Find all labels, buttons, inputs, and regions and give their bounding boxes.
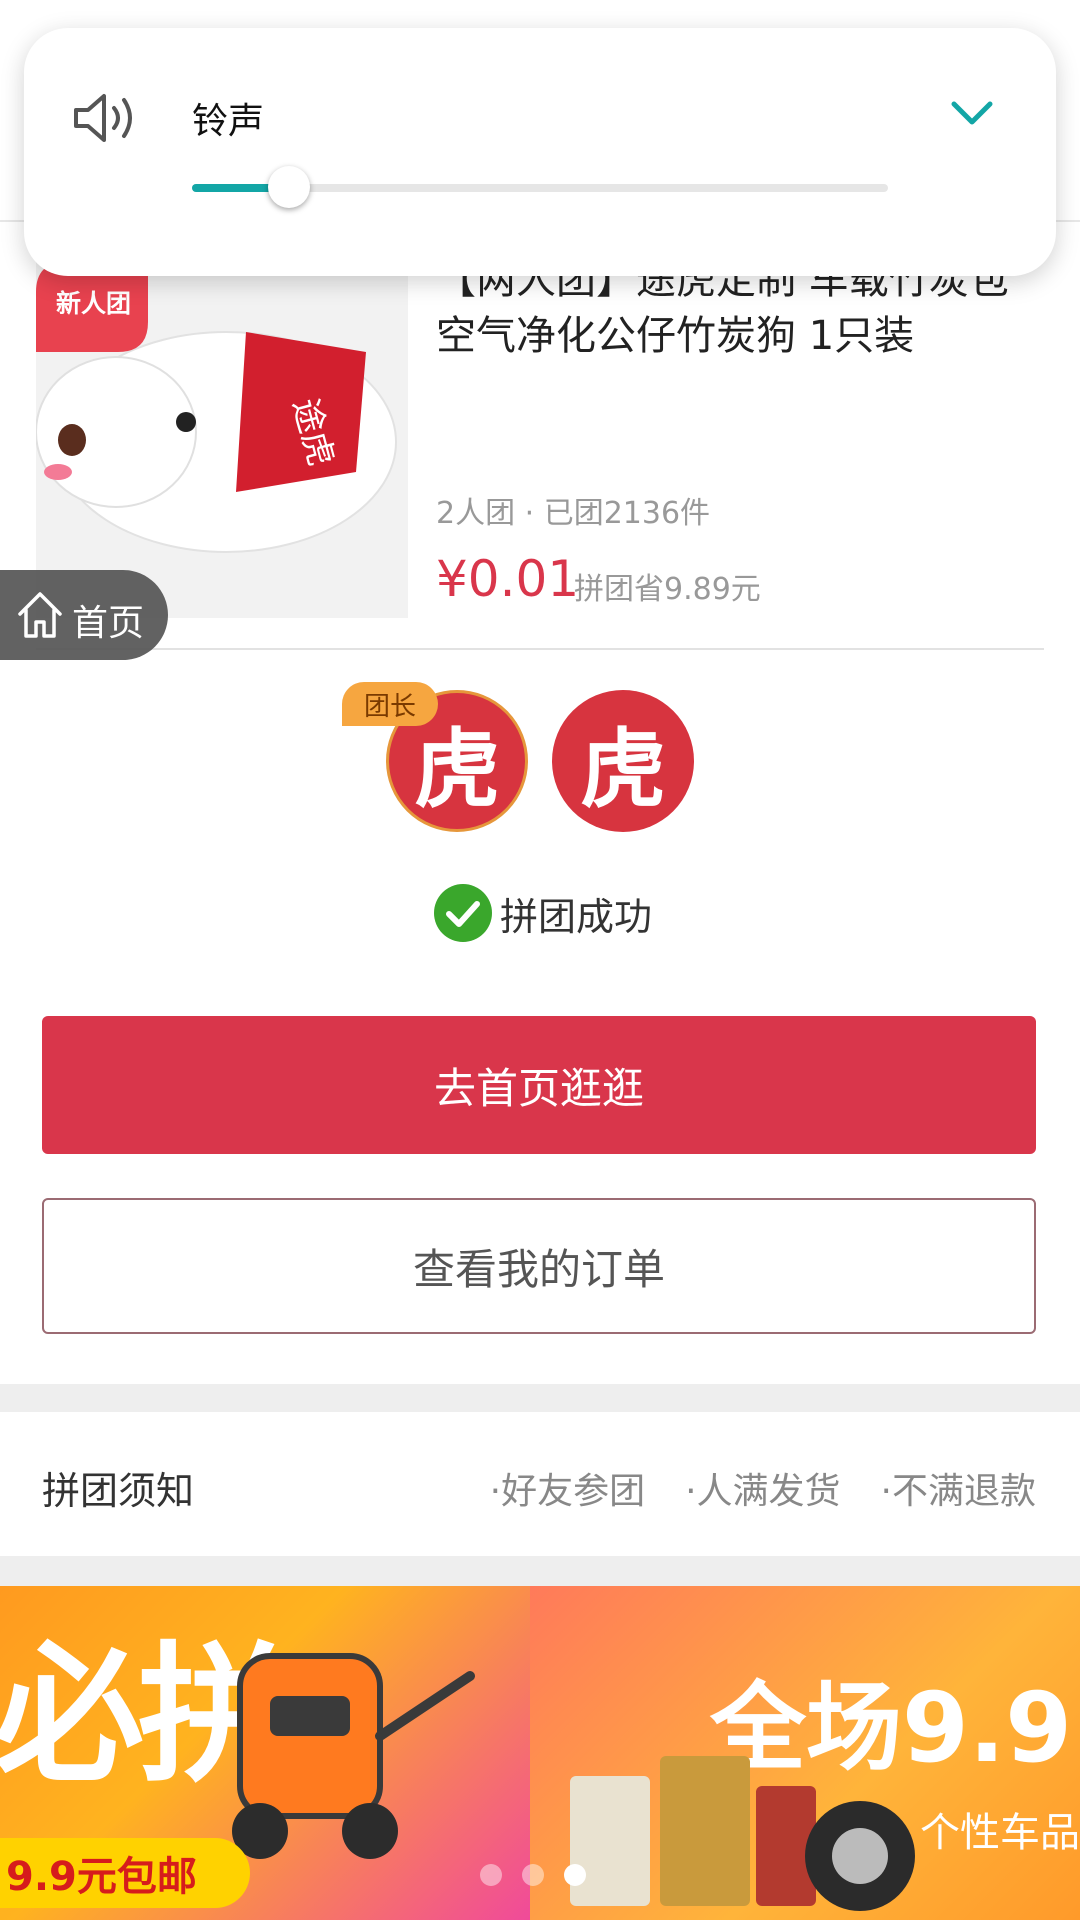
home-icon	[18, 592, 62, 638]
leader-tag: 团长	[342, 682, 438, 726]
pagination-dot[interactable]	[480, 1864, 502, 1886]
view-orders-button[interactable]: 查看我的订单	[42, 1198, 1036, 1334]
promo-banner-right[interactable]: 全场9.9 个性车品	[530, 1586, 1080, 1920]
pagination-dot[interactable]	[522, 1864, 544, 1886]
section-separator	[0, 1384, 1080, 1412]
go-home-button[interactable]: 去首页逛逛	[42, 1016, 1036, 1154]
promo-banner-left[interactable]: 必拼 9.9元包邮	[0, 1586, 530, 1920]
pressure-washer-illustration	[232, 1653, 475, 1859]
home-float-label: 首页	[72, 603, 145, 644]
new-user-badge-label: 新人团	[56, 289, 132, 318]
divider	[36, 648, 1044, 650]
volume-slider-thumb[interactable]	[268, 166, 310, 208]
speaker-icon[interactable]	[72, 88, 142, 148]
rule-tag: ·不满退款	[880, 1471, 1036, 1512]
group-rules-tags[interactable]: ·好友参团 ·人满发货 ·不满退款	[490, 1462, 1036, 1514]
product-group-meta: 2人团 · 已团2136件	[436, 496, 711, 531]
group-status: 拼团成功	[500, 895, 653, 939]
product-savings: 拼团省9.89元	[574, 572, 761, 607]
chevron-down-icon[interactable]	[948, 96, 996, 130]
promo-banner-right-tagline: 个性车品	[920, 1810, 1080, 1856]
volume-panel	[24, 28, 1056, 276]
group-member-avatar: 虎	[552, 690, 694, 832]
promo-banner-left-tagline: 9.9元包邮	[0, 1838, 250, 1908]
car-products-illustration	[570, 1756, 915, 1911]
banner-pagination[interactable]	[480, 1864, 586, 1886]
product-price: ¥0.01	[436, 550, 580, 608]
volume-stream-label: 铃声	[192, 101, 265, 142]
check-circle-icon	[434, 884, 492, 942]
rule-tag: ·好友参团	[489, 1471, 646, 1512]
group-rules-title: 拼团须知	[42, 1469, 195, 1513]
section-separator	[0, 1556, 1080, 1586]
pagination-dot-active[interactable]	[564, 1864, 586, 1886]
rule-tag: ·人满发货	[685, 1471, 841, 1512]
